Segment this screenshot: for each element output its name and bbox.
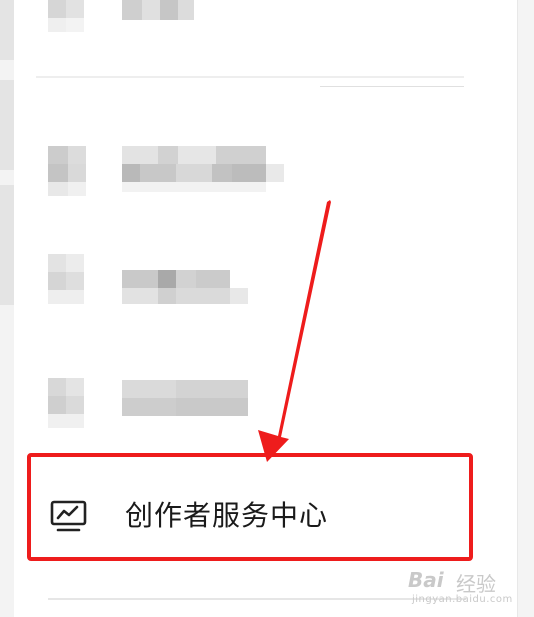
- scrollbar-rail[interactable]: [517, 0, 534, 617]
- highlight-box: [27, 453, 473, 561]
- baidu-jingyan-watermark: Bai 经验 jingyan.baidu.com: [408, 566, 512, 610]
- watermark-brand-cn: 经验: [456, 572, 496, 596]
- bottom-divider: [48, 598, 466, 600]
- section-divider: [36, 76, 464, 78]
- watermark-brand: Bai: [408, 568, 444, 592]
- background-panel-edge: [0, 0, 14, 617]
- watermark-url: jingyan.baidu.com: [412, 594, 513, 605]
- section-divider-accent: [320, 86, 464, 87]
